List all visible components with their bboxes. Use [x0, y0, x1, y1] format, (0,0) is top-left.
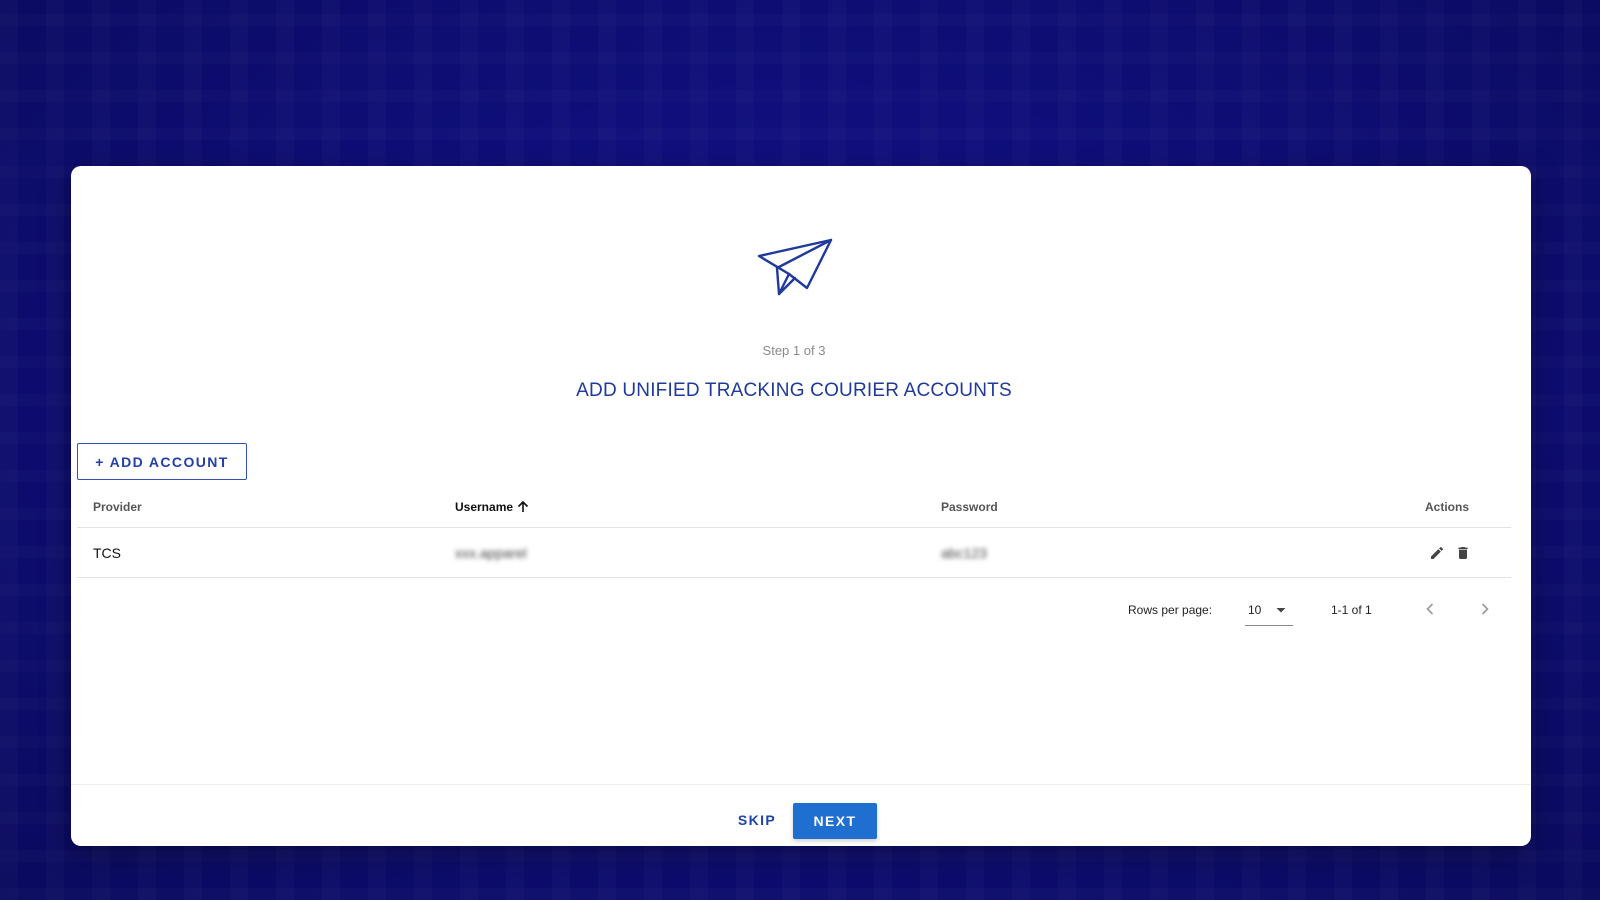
- chevron-down-icon: [1276, 608, 1286, 613]
- step-indicator: Step 1 of 3: [762, 343, 826, 358]
- column-header-username-label: Username: [455, 499, 514, 514]
- page-title: ADD UNIFIED TRACKING COURIER ACCOUNTS: [576, 380, 1012, 401]
- edit-icon[interactable]: [1429, 545, 1445, 561]
- table-header: Provider Username Password Actions: [77, 486, 1511, 528]
- add-account-button[interactable]: + ADD ACCOUNT: [77, 443, 247, 480]
- password-cell: abc123: [941, 544, 987, 561]
- table-row: TCS xxx.apparel abc123: [77, 528, 1511, 578]
- column-header-provider[interactable]: Provider: [93, 500, 142, 514]
- provider-cell: TCS: [93, 544, 121, 561]
- next-page-icon[interactable]: [1474, 598, 1496, 620]
- previous-page-icon[interactable]: [1419, 598, 1441, 620]
- skip-button[interactable]: SKIP: [728, 803, 786, 837]
- actions-cell: [1429, 545, 1471, 561]
- paper-plane-icon: [757, 238, 833, 296]
- next-button[interactable]: NEXT: [793, 803, 877, 839]
- rows-per-page-value: 10: [1248, 603, 1262, 617]
- sort-ascending-icon: [517, 500, 529, 512]
- pagination-range: 1-1 of 1: [1331, 603, 1372, 617]
- delete-icon[interactable]: [1455, 545, 1471, 561]
- username-cell: xxx.apparel: [455, 544, 527, 561]
- rows-per-page-select[interactable]: 10: [1245, 596, 1293, 626]
- column-header-username[interactable]: Username: [455, 500, 530, 514]
- accounts-table: Provider Username Password Actions TCS x…: [77, 486, 1511, 578]
- rows-per-page-label: Rows per page:: [1128, 603, 1213, 617]
- table-pagination: Rows per page: 10 1-1 of 1: [1125, 596, 1505, 630]
- column-header-password[interactable]: Password: [941, 500, 998, 514]
- column-header-actions: Actions: [1425, 499, 1470, 514]
